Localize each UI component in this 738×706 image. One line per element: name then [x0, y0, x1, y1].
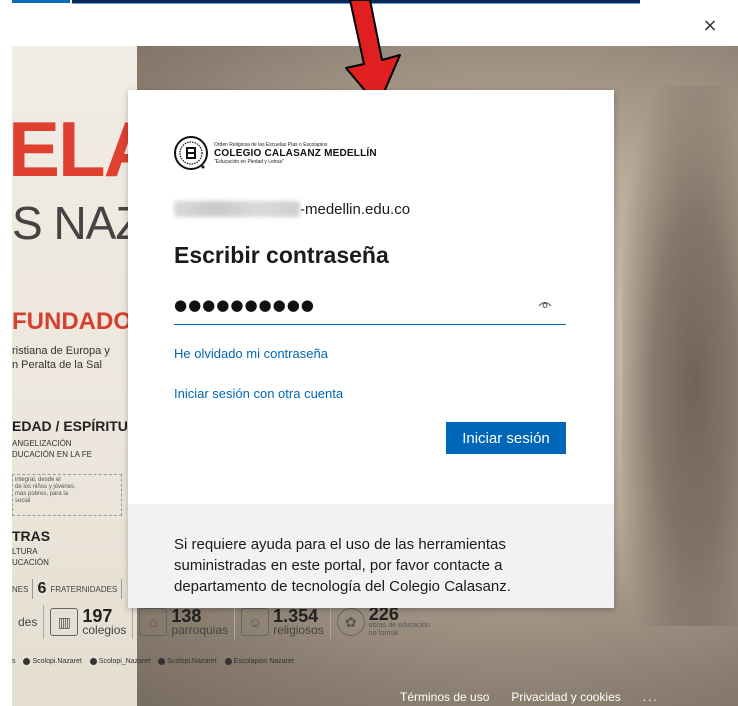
signin-dialog: Orden Religiosa de las Escuelas Pías o E…	[128, 90, 614, 608]
stat-label: no formal	[368, 630, 398, 637]
poster-piedad-text: ANGELIZACIÓN DUCACIÓN EN LA FE	[12, 438, 92, 460]
progress-line-left	[12, 0, 70, 3]
social-dot-icon	[158, 658, 166, 665]
poster-stat-row: NES 6 FRATERNIDADES	[12, 576, 123, 602]
poster-number-row: des ▥ 197 colegios ⌂ 138 parroquias ☺ 1.…	[12, 602, 436, 642]
stat-label: colegios	[82, 623, 127, 637]
footer: Términos de uso Privacidad y cookies ...	[400, 688, 659, 706]
social-handle: Scolopi_Nazaret	[98, 658, 151, 666]
social-dot-icon	[224, 658, 232, 665]
close-icon[interactable]: ×	[700, 16, 720, 36]
school-seal-logo	[174, 136, 208, 170]
people-icon: ☺	[241, 608, 270, 636]
stat-number: 6	[37, 580, 47, 597]
other-account-link[interactable]: Iniciar sesión con otra cuenta	[174, 386, 343, 401]
poster-text-line: integral, desde el	[15, 477, 61, 483]
social-dot-icon	[89, 658, 97, 665]
school-icon: ▥	[50, 608, 79, 636]
social-handle: Scolopi.Nazaret	[167, 658, 217, 666]
poster-text-line: LTURA	[12, 547, 38, 556]
signin-button[interactable]: Iniciar sesión	[446, 422, 566, 454]
password-field[interactable]	[174, 288, 514, 322]
stat-label: NES	[12, 584, 29, 594]
stat-group-parroquias: ⌂ 138 parroquias	[133, 605, 236, 639]
stat-value: 226	[368, 604, 399, 624]
poster-text-line: más pobres, para la	[15, 491, 69, 497]
stat-value: 138	[171, 606, 202, 626]
social-item: Scolopi_Nazaret	[89, 658, 151, 666]
church-icon: ⌂	[139, 608, 168, 636]
poster-text-line: UCACIÓN	[12, 558, 49, 567]
stat-group-colegios: ▥ 197 colegios	[44, 605, 134, 639]
poster-text-line: DUCACIÓN EN LA FE	[12, 450, 93, 459]
social-dot-icon	[23, 658, 31, 665]
stat-group-religiosos: ☺ 1.354 religiosos	[235, 605, 331, 639]
stat-stack: 197 colegios	[82, 606, 127, 637]
stat-value: 197	[82, 606, 113, 626]
poster-text-line: n Peralta de la Sal	[12, 359, 102, 371]
stat-group-obras: ✿ 226 obras de educación no formal	[331, 605, 436, 639]
page-title: Escribir contraseña	[174, 242, 389, 268]
globe-icon: ✿	[336, 608, 365, 636]
password-field-wrap	[174, 288, 566, 325]
stat-divider	[121, 579, 123, 599]
privacy-link[interactable]: Privacidad y cookies	[511, 690, 620, 704]
more-options-button[interactable]: ...	[643, 690, 659, 704]
poster-text-line: de los niños y jóvenes,	[15, 484, 76, 490]
redacted-username	[174, 201, 300, 217]
poster-small-box: integral, desde el de los niños y jóvene…	[12, 474, 122, 516]
stat-group: des	[12, 605, 45, 639]
poster-fundador-text: ristiana de Europa y n Peralta de la Sal	[12, 344, 110, 372]
poster-social-row: s Scolopi.Nazaret Scolopi_Nazaret Scolop…	[12, 658, 300, 665]
social-item: Scolopi.Nazaret	[23, 658, 82, 666]
stat-label: parroquias	[171, 623, 229, 637]
email-domain: -medellin.edu.co	[300, 200, 411, 218]
eye-icon[interactable]	[538, 299, 552, 309]
school-logo: Orden Religiosa de las Escuelas Pías o E…	[174, 136, 377, 170]
stat-label: religiosos	[273, 623, 324, 637]
logo-title: COLEGIO CALASANZ MEDELLÍN	[214, 147, 377, 159]
stat-stack: 1.354 religiosos	[273, 606, 324, 637]
terms-link[interactable]: Términos de uso	[400, 690, 489, 704]
help-text: Si requiere ayuda para el uso de las her…	[174, 536, 511, 595]
social-item: s	[12, 658, 16, 666]
social-handle: Scolopi.Nazaret	[32, 658, 82, 666]
poster-letras-text: LTURA UCACIÓN	[12, 546, 49, 568]
poster-piedad: EDAD / ESPÍRITU	[12, 418, 128, 434]
forgot-password-link[interactable]: He olvidado mi contraseña	[174, 346, 328, 361]
poster-portrait-shade	[622, 86, 738, 626]
logo-text: Orden Religiosa de las Escuelas Pías o E…	[214, 142, 377, 165]
stat-stack: 138 parroquias	[171, 606, 229, 637]
social-item: Escolapios Nazaret	[224, 658, 294, 666]
stat-label: obras de educación	[368, 622, 430, 629]
poster-text-line: ANGELIZACIÓN	[12, 439, 72, 448]
logo-line: "Educación en Piedad y Letras"	[214, 158, 284, 165]
poster-text-line: social	[15, 498, 31, 504]
poster-letras: TRAS	[12, 528, 51, 544]
stat-divider	[32, 579, 34, 599]
stat-value: 1.354	[273, 606, 319, 626]
stat-stack: 226 obras de educación no formal	[368, 604, 430, 638]
stat-label: FRATERNIDADES	[50, 584, 118, 594]
account-identifier: -medellin.edu.co	[174, 198, 410, 220]
stat-prefix: des	[18, 615, 38, 629]
social-item: Scolopi.Nazaret	[158, 658, 217, 666]
social-handle: Escolapios Nazaret	[233, 658, 294, 666]
poster-text-line: ristiana de Europa y	[12, 345, 110, 357]
